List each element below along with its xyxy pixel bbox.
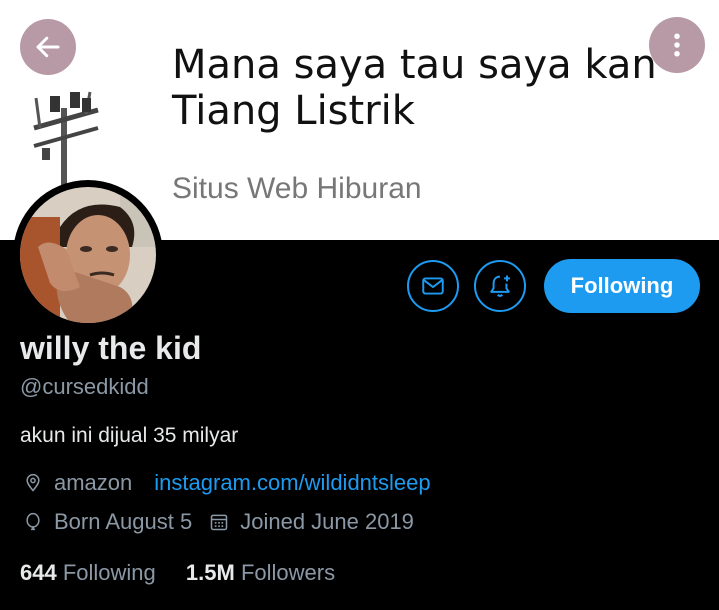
location-website-row: amazon instagram.com/wildidntsleep bbox=[22, 470, 431, 496]
profile-website-link[interactable]: instagram.com/wildidntsleep bbox=[154, 470, 430, 496]
profile-location: amazon bbox=[54, 470, 133, 495]
followers-count: 1.5M bbox=[185, 560, 235, 585]
balloon-icon bbox=[22, 511, 44, 533]
follow-stats: 644 Following 1.5M Followers bbox=[20, 560, 335, 586]
following-count: 644 bbox=[20, 560, 57, 585]
profile-birthday: Born August 5 bbox=[54, 509, 193, 534]
following-stat[interactable]: 644 Following bbox=[20, 560, 156, 585]
profile-name: willy the kid bbox=[20, 330, 202, 366]
profile-joined-date: Joined June 2019 bbox=[240, 509, 414, 534]
followers-label: Followers bbox=[240, 560, 336, 585]
birthday-joined-row: Born August 5 Joined June 2019 bbox=[22, 509, 414, 535]
more-options-button[interactable] bbox=[649, 17, 705, 73]
back-arrow-icon bbox=[36, 36, 60, 58]
following-button[interactable]: Following bbox=[544, 259, 700, 313]
avatar[interactable] bbox=[13, 180, 163, 330]
calendar-icon bbox=[208, 511, 230, 533]
banner-subtitle: Situs Web Hiburan bbox=[172, 172, 422, 205]
location-pin-icon bbox=[22, 472, 44, 494]
message-button[interactable] bbox=[407, 260, 459, 312]
mail-icon bbox=[422, 277, 444, 295]
back-button[interactable] bbox=[20, 19, 76, 75]
notify-button[interactable] bbox=[474, 260, 526, 312]
profile-bio: akun ini dijual 35 milyar bbox=[20, 424, 239, 447]
following-label: Following bbox=[62, 560, 156, 585]
avatar-photo bbox=[20, 187, 156, 323]
banner-title: Mana saya tau saya kan Tiang Listrik bbox=[172, 42, 657, 134]
followers-stat[interactable]: 1.5M Followers bbox=[186, 560, 335, 585]
profile-handle: @cursedkidd bbox=[20, 374, 149, 399]
bell-plus-icon bbox=[490, 275, 510, 297]
more-vertical-icon bbox=[674, 33, 680, 57]
